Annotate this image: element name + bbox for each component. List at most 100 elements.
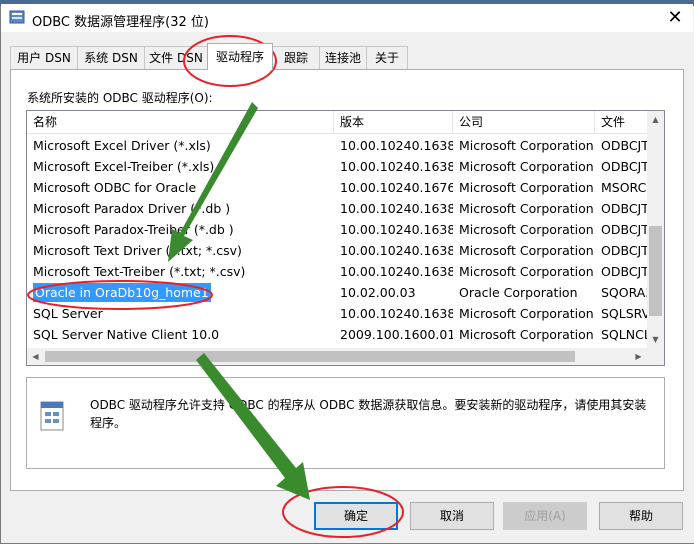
- cell-name-text: Microsoft ODBC for Oracle: [33, 180, 197, 195]
- cell-name-text: Microsoft Paradox-Treiber (*.db ): [33, 222, 234, 237]
- cell-version: 10.00.10240.16384: [334, 261, 453, 282]
- tab-user-dsn[interactable]: 用户 DSN: [10, 46, 78, 69]
- info-text: ODBC 驱动程序允许支持 ODBC 的程序从 ODBC 数据源获取信息。要安装…: [90, 398, 647, 430]
- cell-file-text: ODBCJT: [601, 138, 647, 153]
- cell-file-text: ODBCJT: [601, 243, 647, 258]
- scroll-down-icon[interactable]: ▼: [647, 331, 664, 348]
- cell-name-text: Microsoft Excel-Treiber (*.xls): [33, 159, 215, 174]
- cell-version: 10.00.10240.16384: [334, 156, 453, 177]
- cell-company-text: Microsoft Corporation: [459, 222, 594, 237]
- cell-version-text: 10.00.10240.16384: [340, 306, 453, 321]
- drivers-list[interactable]: 名称 版本 公司 文件 Microsoft Excel Driver (*.xl…: [26, 110, 665, 366]
- cell-file: ODBCJT: [595, 219, 647, 240]
- cell-company: Microsoft Corporation: [453, 240, 595, 261]
- cell-company-text: Microsoft Corporation: [459, 327, 594, 342]
- table-row[interactable]: SQL Server 10.00.10240.16384 Microsoft Cor…: [27, 303, 647, 324]
- table-row[interactable]: Microsoft Paradox Driver (*.db ) 10.00.10…: [27, 198, 647, 219]
- table-row[interactable]: Oracle in OraDb10g_home1 10.02.00.03 Oracl…: [27, 282, 647, 303]
- cell-name-text: Microsoft Paradox Driver (*.db ): [33, 201, 231, 216]
- table-row[interactable]: Microsoft Excel Driver (*.xls) 10.00.1024…: [27, 135, 647, 156]
- column-header-file[interactable]: 文件: [595, 111, 647, 133]
- cell-name-text: SQL Server Native Client 10.0: [33, 327, 220, 342]
- cell-name: Microsoft Text Driver (*.txt; *.csv): [27, 240, 334, 261]
- driver-document-icon: [40, 401, 64, 431]
- odbc-app-icon: [9, 10, 25, 24]
- apply-button[interactable]: 应用(A): [503, 502, 587, 530]
- cell-version: 10.00.10240.16766: [334, 177, 453, 198]
- close-button[interactable]: ✕: [658, 4, 692, 32]
- cell-name-text: Microsoft Text Driver (*.txt; *.csv): [33, 243, 242, 258]
- cell-company-text: Microsoft Corporation: [459, 180, 594, 195]
- cell-company-text: Microsoft Corporation: [459, 243, 594, 258]
- cell-company: Microsoft Corporation: [453, 198, 595, 219]
- cell-name: Microsoft Paradox Driver (*.db ): [27, 198, 334, 219]
- cell-version: 2009.100.1600.01: [334, 324, 453, 345]
- cell-file: SQLNCL: [595, 324, 647, 345]
- cell-name: Microsoft Excel-Treiber (*.xls): [27, 156, 334, 177]
- ok-button[interactable]: 确定: [314, 502, 398, 530]
- tab-drivers[interactable]: 驱动程序: [207, 43, 273, 70]
- cell-company-text: Microsoft Corporation: [459, 201, 594, 216]
- cell-company: Microsoft Corporation: [453, 177, 595, 198]
- table-row[interactable]: SQL Server Native Client 10.0 2009.100.16…: [27, 324, 647, 345]
- cell-company-text: Microsoft Corporation: [459, 264, 594, 279]
- cell-name: Microsoft Text-Treiber (*.txt; *.csv): [27, 261, 334, 282]
- cell-version-text: 10.00.10240.16384: [340, 138, 453, 153]
- cell-version: 10.00.10240.16384: [334, 303, 453, 324]
- cell-name-text: Microsoft Excel Driver (*.xls): [33, 138, 211, 153]
- help-button[interactable]: 帮助: [599, 502, 683, 530]
- cell-version: 10.00.10240.16384: [334, 135, 453, 156]
- cell-version-text: 2009.100.1600.01: [340, 327, 453, 342]
- table-row[interactable]: Microsoft ODBC for Oracle 10.00.10240.167…: [27, 177, 647, 198]
- scroll-up-icon[interactable]: ▲: [647, 111, 664, 128]
- cell-file-text: SQLNCL: [601, 327, 647, 342]
- table-row[interactable]: Microsoft Text-Treiber (*.txt; *.csv) 10.…: [27, 261, 647, 282]
- cell-file-text: ODBCJT: [601, 222, 647, 237]
- column-header-company[interactable]: 公司: [453, 111, 595, 133]
- vertical-scroll-thumb[interactable]: [649, 226, 662, 316]
- cell-company: Microsoft Corporation: [453, 135, 595, 156]
- cell-version: 10.00.10240.16384: [334, 240, 453, 261]
- tab-tracing[interactable]: 跟踪: [272, 46, 320, 69]
- table-row[interactable]: Microsoft Text Driver (*.txt; *.csv) 10.0…: [27, 240, 647, 261]
- cell-name-text: Microsoft Text-Treiber (*.txt; *.csv): [33, 264, 246, 279]
- cell-file-text: MSORC: [601, 180, 647, 195]
- cell-version: 10.02.00.03: [334, 282, 453, 303]
- cell-file-text: SQLSRV: [601, 306, 647, 321]
- scrollbar-corner: [647, 348, 664, 365]
- column-header-name[interactable]: 名称: [27, 111, 334, 133]
- cell-name: Microsoft Excel Driver (*.xls): [27, 135, 334, 156]
- cell-version: 10.00.10240.16384: [334, 198, 453, 219]
- cell-file: ODBCJT: [595, 261, 647, 282]
- cell-file: SQLSRV: [595, 303, 647, 324]
- cancel-button[interactable]: 取消: [410, 502, 494, 530]
- tab-about[interactable]: 关于: [366, 46, 408, 69]
- cell-company: Microsoft Corporation: [453, 156, 595, 177]
- tab-file-dsn[interactable]: 文件 DSN: [144, 46, 208, 69]
- table-row[interactable]: Microsoft Excel-Treiber (*.xls) 10.00.102…: [27, 156, 647, 177]
- cell-version-text: 10.00.10240.16384: [340, 264, 453, 279]
- cell-company: Microsoft Corporation: [453, 324, 595, 345]
- horizontal-scrollbar[interactable]: ◀ ▶: [27, 348, 647, 365]
- cell-name: SQL Server Native Client 10.0: [27, 324, 334, 345]
- cell-version: 10.00.10240.16384: [334, 219, 453, 240]
- cell-company: Microsoft Corporation: [453, 219, 595, 240]
- cell-name-text: SQL Server: [33, 306, 103, 321]
- cell-company: Microsoft Corporation: [453, 261, 595, 282]
- column-header-version[interactable]: 版本: [334, 111, 453, 133]
- cell-company: Microsoft Corporation: [453, 303, 595, 324]
- cell-version-text: 10.00.10240.16766: [340, 180, 453, 195]
- cell-company-text: Oracle Corporation: [459, 285, 578, 300]
- cell-file: ODBCJT: [595, 198, 647, 219]
- cell-file-text: ODBCJT: [601, 159, 647, 174]
- tab-connection-pooling[interactable]: 连接池: [319, 46, 367, 69]
- scroll-right-icon[interactable]: ▶: [630, 348, 647, 365]
- scroll-left-icon[interactable]: ◀: [27, 348, 44, 365]
- vertical-scrollbar[interactable]: ▲ ▼: [647, 111, 664, 348]
- cell-company-text: Microsoft Corporation: [459, 159, 594, 174]
- tab-system-dsn[interactable]: 系统 DSN: [77, 46, 145, 69]
- cell-version-text: 10.00.10240.16384: [340, 159, 453, 174]
- horizontal-scroll-thumb[interactable]: [45, 351, 575, 362]
- table-row[interactable]: Microsoft Paradox-Treiber (*.db ) 10.00.1…: [27, 219, 647, 240]
- cell-name: Oracle in OraDb10g_home1: [27, 282, 334, 303]
